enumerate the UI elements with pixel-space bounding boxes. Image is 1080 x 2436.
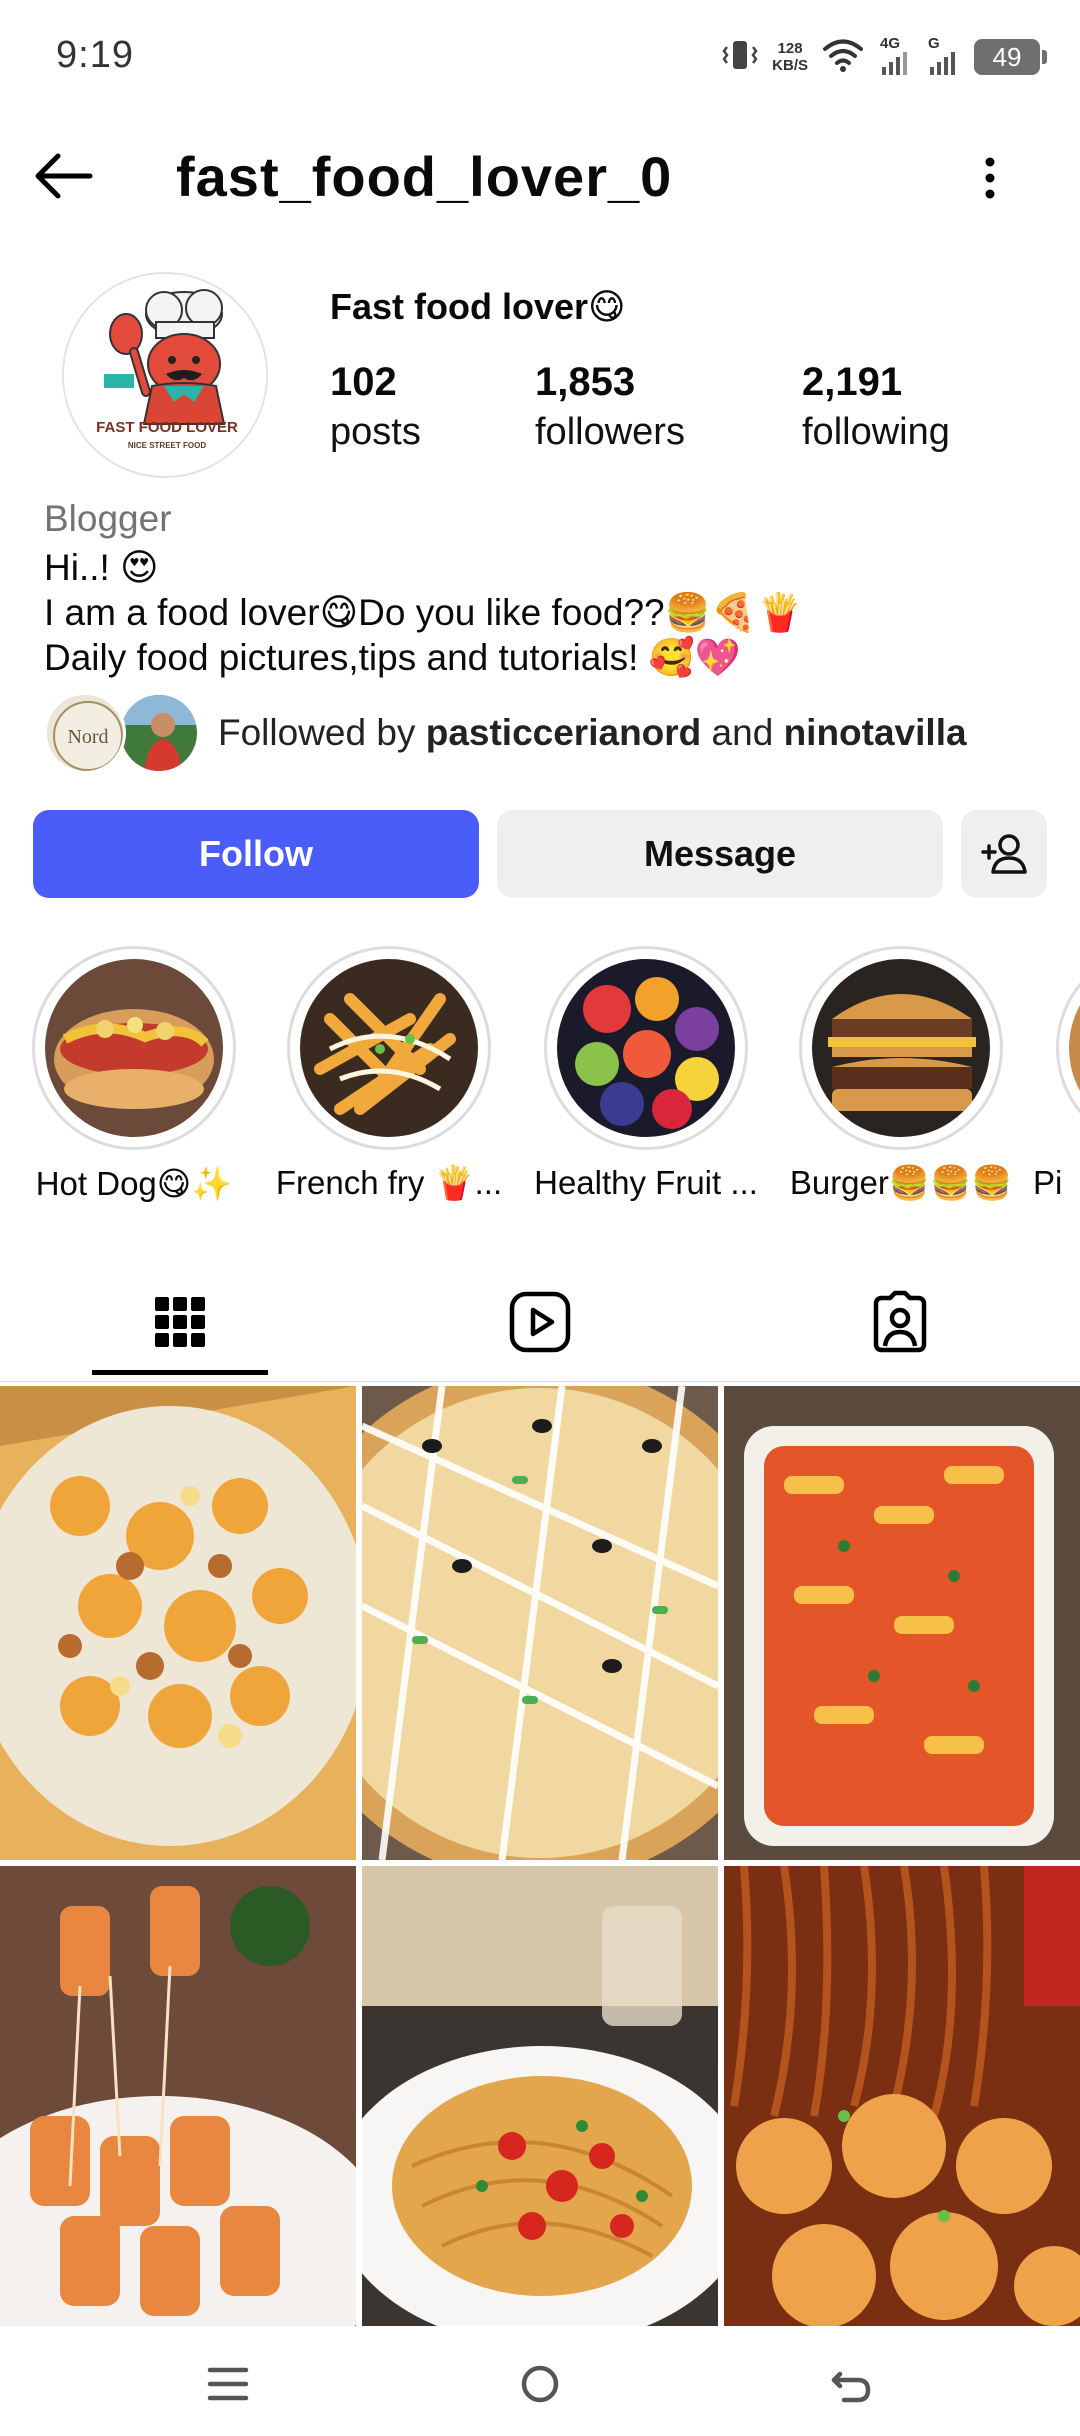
posts-grid <box>0 1386 1080 2340</box>
active-tab-indicator <box>92 1370 268 1375</box>
message-button[interactable]: Message <box>497 810 943 898</box>
bio-line: Daily food pictures,tips and tutorials! … <box>44 637 741 678</box>
svg-text:NICE STREET FOOD: NICE STREET FOOD <box>128 441 206 450</box>
avatar[interactable]: FAST FOOD LOVER NICE STREET FOOD <box>62 272 268 478</box>
highlight-ring <box>32 946 236 1150</box>
svg-text:Nord: Nord <box>67 726 108 748</box>
stat-label: following <box>802 411 950 453</box>
recent-apps-button[interactable] <box>198 2354 258 2414</box>
profile-header: fast_food_lover_0 <box>0 130 1080 220</box>
stat-value: 2,191 <box>802 360 903 404</box>
grid-icon <box>155 1297 205 1347</box>
stat-label: posts <box>330 411 421 453</box>
highlight-item[interactable]: French fry 🍟... <box>264 946 514 1203</box>
highlight-label: Pi <box>1033 1164 1063 1201</box>
page-title: fast_food_lover_0 <box>176 145 673 208</box>
stat-label: followers <box>535 411 685 453</box>
signal-g-icon: G <box>926 35 960 77</box>
tab-posts[interactable] <box>0 1282 360 1362</box>
nachos-image <box>0 1386 356 1860</box>
highlight-item[interactable]: Pi <box>1033 946 1080 1202</box>
profile-tabs <box>0 1262 1080 1382</box>
more-vertical-icon <box>985 157 995 199</box>
rigatoni-image <box>0 1866 356 2340</box>
divider <box>0 1381 1080 1382</box>
bio-line: I am a food lover😋Do you like food??🍔🍕🍟 <box>44 592 803 633</box>
stat-value: 102 <box>330 360 397 404</box>
stat-followers[interactable]: 1,853 followers <box>535 360 685 454</box>
bio-line: Hi..! 😍 <box>44 547 159 588</box>
suggested-users-button[interactable] <box>961 810 1047 898</box>
system-back-button[interactable] <box>822 2354 882 2414</box>
vibrate-icon <box>722 35 758 80</box>
status-bar: 9:19 128 KB/S 4G G 49 <box>0 0 1080 118</box>
battery-indicator: 49 <box>974 39 1047 75</box>
tab-reels[interactable] <box>360 1282 720 1362</box>
story-highlights: Hot Dog😋✨ French fry 🍟... Healthy Fruit … <box>0 946 1080 1206</box>
nord-logo-icon: Nord <box>47 695 123 771</box>
post-thumbnail[interactable] <box>0 1386 356 1860</box>
pizza-image <box>362 1386 718 1860</box>
hot-dog-icon <box>45 959 223 1137</box>
noodles-chicken-image <box>724 1866 1080 2340</box>
post-thumbnail[interactable] <box>0 1866 356 2340</box>
stat-value: 1,853 <box>535 360 636 404</box>
pizza-icon <box>1069 959 1080 1137</box>
reels-icon <box>509 1291 571 1353</box>
highlight-label: Healthy Fruit ... <box>534 1164 758 1201</box>
tab-tagged[interactable] <box>720 1282 1080 1362</box>
highlight-label: Burger🍔🍔🍔 <box>789 1164 1013 1201</box>
highlight-label: French fry 🍟... <box>275 1164 503 1201</box>
status-time: 9:19 <box>56 34 134 76</box>
back-icon <box>831 2371 871 2403</box>
profile-stats: 102 posts 1,853 followers 2,191 followin… <box>330 360 1050 470</box>
post-thumbnail[interactable] <box>362 1866 718 2340</box>
back-arrow-icon <box>35 153 93 199</box>
back-button[interactable] <box>28 146 98 206</box>
profile-category: Blogger <box>44 498 172 539</box>
person-photo-icon <box>121 695 197 771</box>
follow-button[interactable]: Follow <box>33 810 479 898</box>
highlight-item[interactable]: Healthy Fruit ... <box>521 946 771 1202</box>
followed-by-text: Followed by pasticcerianord and ninotavi… <box>218 712 967 753</box>
status-icons: 128 KB/S 4G G 49 <box>722 32 1047 82</box>
burger-icon <box>812 959 990 1137</box>
more-options-button[interactable] <box>970 148 1010 208</box>
spaghetti-image <box>362 1866 718 2340</box>
highlight-ring <box>544 946 748 1150</box>
wifi-icon <box>822 37 864 78</box>
highlight-ring <box>1056 946 1080 1150</box>
post-thumbnail[interactable] <box>724 1386 1080 1860</box>
post-thumbnail[interactable] <box>724 1866 1080 2340</box>
system-nav-bar <box>0 2326 1080 2436</box>
signal-4g-icon: 4G <box>878 35 912 77</box>
menu-icon <box>207 2367 249 2401</box>
display-name: Fast food lover😋 <box>330 286 626 327</box>
french-fries-icon <box>300 959 478 1137</box>
profile-bio: Hi..! 😍 I am a food lover😋Do you like fo… <box>44 545 803 680</box>
net-speed: 128 KB/S <box>772 40 808 74</box>
tagged-user-icon <box>873 1290 927 1353</box>
home-circle-icon <box>521 2365 559 2403</box>
baked-pasta-image <box>724 1386 1080 1860</box>
stat-posts[interactable]: 102 posts <box>330 360 421 454</box>
follower-avatar: Nord <box>44 692 126 774</box>
followed-by[interactable]: Nord Followed by pasticcerianord and nin… <box>44 690 1044 776</box>
highlight-item[interactable]: Burger🍔🍔🍔 <box>776 946 1026 1203</box>
svg-text:FAST FOOD LOVER: FAST FOOD LOVER <box>96 419 238 436</box>
post-thumbnail[interactable] <box>362 1386 718 1860</box>
home-button[interactable] <box>510 2354 570 2414</box>
highlight-ring <box>799 946 1003 1150</box>
highlight-label: Hot Dog😋✨ <box>35 1165 233 1202</box>
follower-avatar <box>118 692 200 774</box>
stat-following[interactable]: 2,191 following <box>802 360 950 454</box>
highlight-ring <box>287 946 491 1150</box>
fruit-bowl-icon <box>557 959 735 1137</box>
highlight-item[interactable]: Hot Dog😋✨ <box>9 946 259 1204</box>
chef-logo-icon: FAST FOOD LOVER NICE STREET FOOD <box>64 274 266 476</box>
add-user-icon <box>981 834 1027 874</box>
